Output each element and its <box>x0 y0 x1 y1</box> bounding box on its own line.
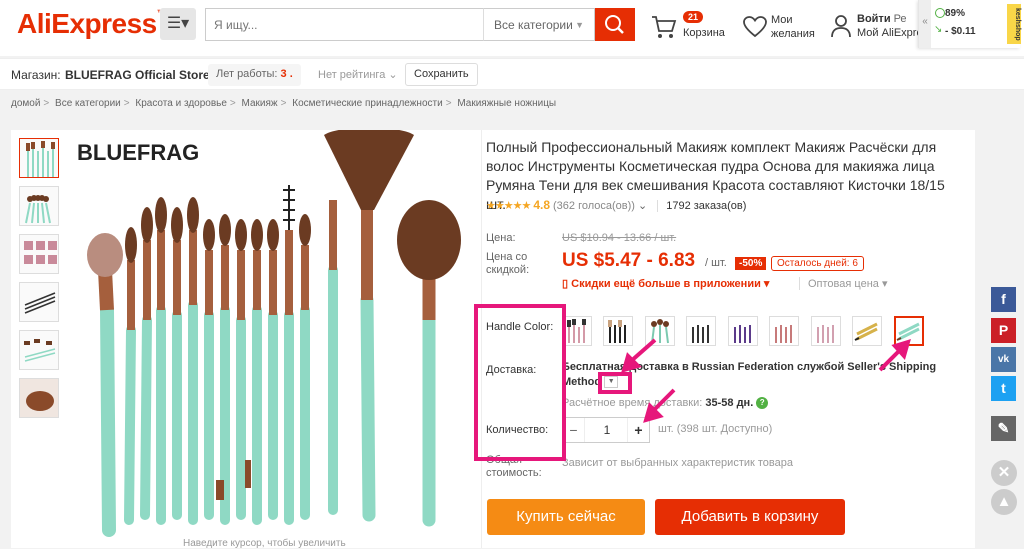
annotation-arrows <box>621 338 911 423</box>
twitter-share-icon[interactable]: t <box>991 376 1016 401</box>
edit-icon[interactable]: ✎ <box>991 416 1016 441</box>
add-to-cart-button[interactable]: Добавить в корзину <box>655 499 845 535</box>
scroll-top-icon[interactable]: ▲ <box>991 489 1017 515</box>
facebook-share-icon[interactable]: f <box>991 287 1016 312</box>
vk-share-icon[interactable]: vk <box>991 347 1016 372</box>
annotation-arrow <box>628 338 657 364</box>
close-icon[interactable]: ✕ <box>991 460 1017 486</box>
buy-now-button[interactable]: Купить сейчас <box>487 499 645 535</box>
annotation-arrow <box>878 348 902 372</box>
pinterest-share-icon[interactable]: P <box>991 318 1016 343</box>
